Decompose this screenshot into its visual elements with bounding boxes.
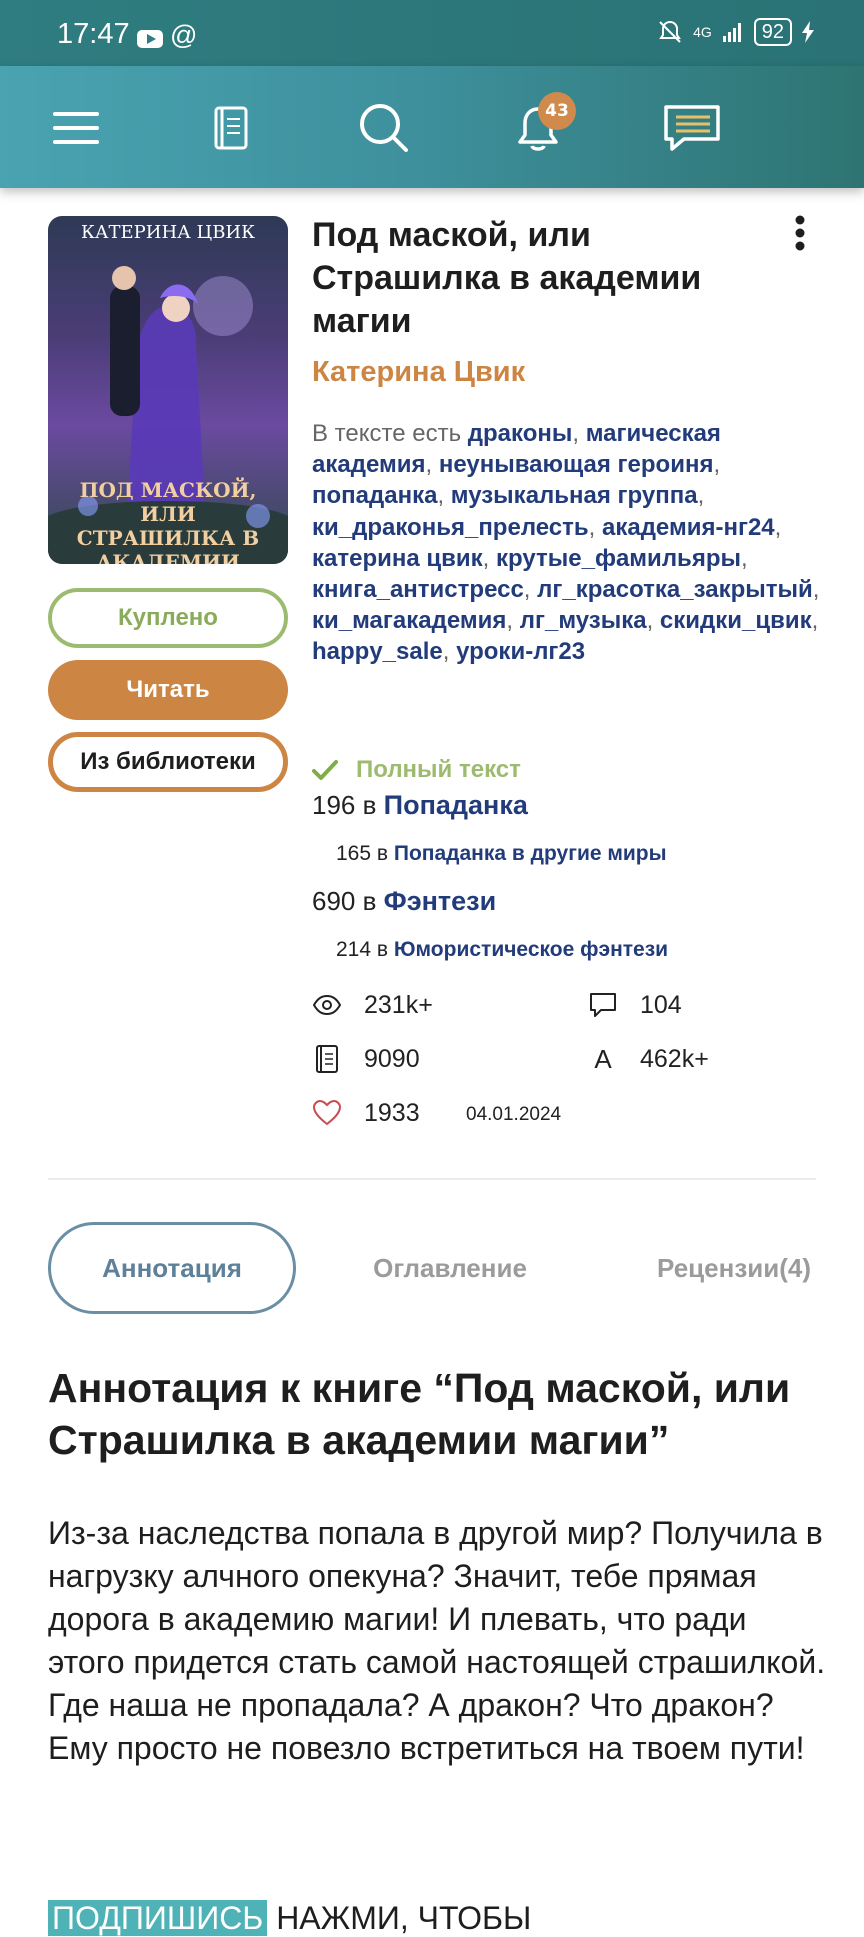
book-cover[interactable]: Катерина Цвик Под маской, или Страшилка …	[48, 216, 288, 564]
tag-link[interactable]: лг_музыка	[520, 607, 647, 634]
more-vertical-icon	[795, 215, 805, 251]
tag-link[interactable]: ки_магакадемия	[312, 607, 506, 634]
publish-date: 04.01.2024	[466, 1104, 562, 1125]
ranking-row: 214 в Юмористическое фэнтези	[336, 938, 668, 962]
cover-author-text: Катерина Цвик	[80, 222, 256, 243]
ranking-genre-link[interactable]: Юмористическое фэнтези	[394, 938, 668, 961]
pages-stat: 9090	[312, 1044, 420, 1074]
book-icon	[214, 106, 248, 150]
battery-level: 92	[753, 18, 792, 46]
app-bar: 43	[0, 66, 864, 188]
mute-bell-icon	[659, 20, 681, 43]
comment-icon	[590, 993, 616, 1017]
comments-count: 104	[640, 990, 682, 1019]
search-button[interactable]	[352, 96, 416, 160]
book-author[interactable]: Катерина Цвик	[312, 356, 525, 389]
views-stat: 231k+	[312, 990, 433, 1020]
pages-count: 9090	[364, 1044, 420, 1073]
tags-block: В тексте есть драконы, магическая академ…	[312, 420, 820, 666]
tag-link[interactable]: крутые_фамильяры	[496, 545, 741, 572]
messages-button[interactable]	[658, 96, 726, 160]
ranking-preposition: в	[376, 842, 389, 865]
likes-stat[interactable]: 1933	[312, 1098, 420, 1128]
signal-icon	[722, 23, 741, 42]
tab-reviews[interactable]: Рецензии(4)	[634, 1222, 834, 1314]
tag-link[interactable]: катерина цвик	[312, 545, 483, 572]
chars-stat: A 462k+	[588, 1043, 709, 1074]
tag-link[interactable]: книга_антистресс	[312, 576, 524, 603]
status-bar: 17:47 @ 4G 92	[0, 0, 864, 66]
charging-icon	[802, 21, 814, 43]
search-icon	[360, 104, 408, 152]
more-options-button[interactable]	[788, 214, 812, 254]
tag-link[interactable]: музыкальная группа	[451, 482, 698, 509]
ranking-position: 214	[336, 938, 372, 961]
divider	[48, 1178, 816, 1180]
tag-link[interactable]: неунывающая героиня	[439, 451, 714, 478]
book-title: Под маской, или Страшилка в академии маг…	[312, 216, 702, 340]
book-pages-icon	[316, 1045, 338, 1073]
status-time: 17:47	[57, 18, 130, 50]
chat-icon	[664, 105, 720, 151]
tag-link[interactable]: happy_sale	[312, 638, 443, 665]
ranking-position: 196	[312, 790, 356, 820]
hamburger-icon	[53, 112, 99, 144]
likes-count: 1933	[364, 1098, 420, 1127]
completion-status-label: Полный текст	[356, 756, 521, 783]
annotation-text: Из-за наследства попала в другой мир? По…	[48, 1515, 826, 1766]
annotation-heading: Аннотация к книге “Под маской, или Страш…	[48, 1365, 791, 1463]
bought-button[interactable]: Куплено	[48, 588, 288, 648]
tab-contents[interactable]: Оглавление	[340, 1222, 560, 1314]
menu-button[interactable]	[44, 96, 108, 160]
status-indicators: 4G 92	[657, 18, 814, 46]
ranking-row: 165 в Попаданка в другие миры	[336, 842, 667, 866]
network-type: 4G	[693, 24, 712, 40]
tab-annotation[interactable]: Аннотация	[48, 1222, 296, 1314]
ranking-preposition: в	[362, 886, 377, 916]
library-button[interactable]	[199, 96, 263, 160]
check-icon	[312, 760, 338, 780]
youtube-icon	[137, 30, 163, 48]
letter-a-icon: A	[594, 1043, 612, 1074]
tag-link[interactable]: лг_красотка_закрытый	[537, 576, 813, 603]
completion-status: Полный текст	[312, 756, 521, 784]
ranking-position: 165	[336, 842, 372, 865]
tags-prefix: В тексте есть	[312, 420, 462, 447]
eye-icon	[313, 995, 341, 1015]
cover-title-text: Под маской, или Страшилка в академии	[76, 478, 260, 564]
ranking-genre-link[interactable]: Попаданка в другие миры	[394, 842, 667, 865]
tag-link[interactable]: ки_драконья_прелесть	[312, 514, 589, 541]
tag-link[interactable]: академия-нг24	[602, 514, 775, 541]
subscribe-text: НАЖМИ, ЧТОБЫ	[276, 1900, 532, 1936]
subscribe-cta[interactable]: ПОДПИШИСЬ НАЖМИ, ЧТОБЫ	[48, 1900, 531, 1937]
ranking-position: 690	[312, 886, 356, 916]
comments-stat[interactable]: 104	[588, 990, 682, 1020]
tag-link[interactable]: скидки_цвик	[660, 607, 812, 634]
remove-from-library-button[interactable]: Из библиотеки	[48, 732, 288, 792]
subscribe-highlight: ПОДПИШИСЬ	[48, 1900, 268, 1936]
at-icon: @	[170, 20, 198, 50]
ranking-row: 196 в Попаданка	[312, 790, 528, 821]
heart-icon	[313, 1100, 341, 1126]
tag-link[interactable]: драконы	[468, 420, 573, 447]
read-button[interactable]: Читать	[48, 660, 288, 720]
ranking-genre-link[interactable]: Фэнтези	[384, 886, 497, 916]
tag-link[interactable]: уроки-лг23	[456, 638, 585, 665]
views-count: 231k+	[364, 990, 433, 1019]
chars-count: 462k+	[640, 1044, 709, 1073]
ranking-preposition: в	[362, 790, 377, 820]
ranking-preposition: в	[376, 938, 389, 961]
notifications-badge: 43	[538, 92, 576, 130]
ranking-row: 690 в Фэнтези	[312, 886, 496, 917]
tag-link[interactable]: попаданка	[312, 482, 437, 509]
ranking-genre-link[interactable]: Попаданка	[384, 790, 528, 820]
